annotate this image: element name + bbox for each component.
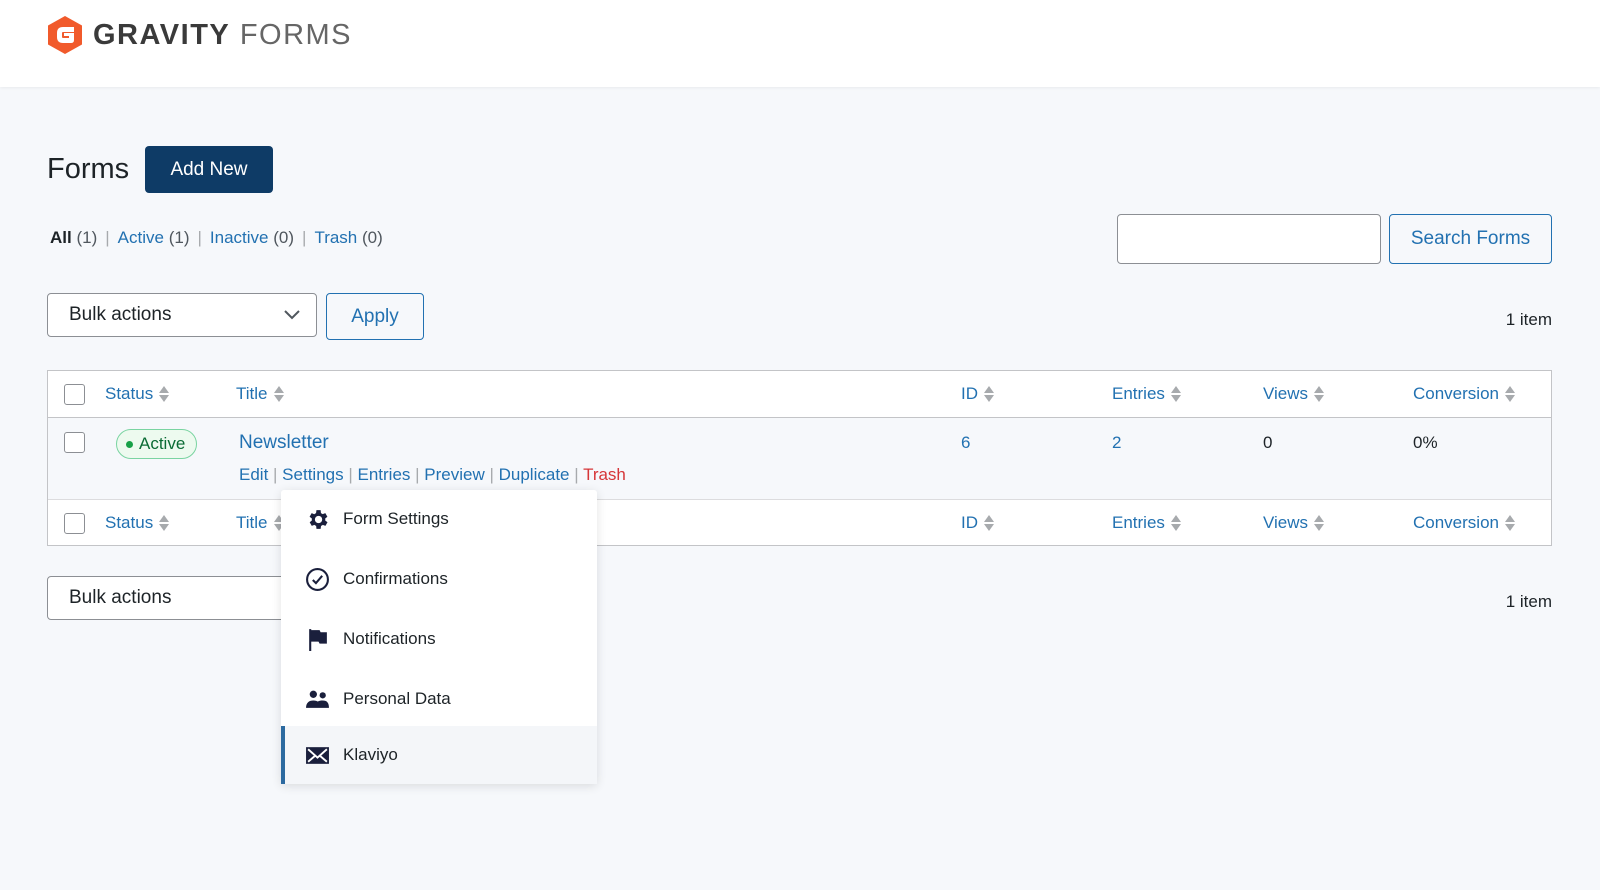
edit-link[interactable]: Edit	[239, 465, 268, 484]
select-all-checkbox[interactable]	[64, 384, 85, 405]
filter-all[interactable]: All	[50, 228, 72, 247]
sort-icon	[984, 515, 994, 531]
logo-text-bold: GRAVITY	[93, 18, 231, 51]
users-icon	[306, 690, 329, 708]
page-title: Forms	[47, 153, 130, 185]
top-header: GRAVITY FORMS	[0, 0, 1600, 87]
form-views: 0	[1263, 433, 1273, 452]
filter-inactive[interactable]: Inactive	[210, 228, 269, 247]
search-forms-button[interactable]: Search Forms	[1389, 214, 1552, 264]
filter-trash[interactable]: Trash	[314, 228, 357, 247]
sort-icon	[273, 386, 284, 402]
bulk-actions-select-top[interactable]: Bulk actions	[47, 293, 317, 337]
sort-icon	[1505, 515, 1515, 531]
sort-icon	[1314, 386, 1325, 402]
form-conversion: 0%	[1413, 433, 1438, 452]
sort-icon	[159, 515, 170, 531]
settings-dropdown-menu: Form Settings Confirmations Notification…	[281, 490, 597, 784]
table-row: Active Newsletter Edit | Settings | Entr…	[48, 418, 1551, 500]
column-title-footer[interactable]: Title	[236, 513, 284, 533]
sort-icon	[984, 386, 994, 402]
status-badge[interactable]: Active	[116, 429, 198, 459]
bulk-actions-value: Bulk actions	[69, 304, 172, 325]
column-entries[interactable]: Entries	[1112, 384, 1181, 404]
filter-inactive-count: (0)	[273, 228, 295, 247]
sort-icon	[1314, 515, 1325, 531]
sort-icon	[1170, 515, 1181, 531]
filter-active[interactable]: Active	[118, 228, 164, 247]
column-conversion[interactable]: Conversion	[1413, 384, 1515, 404]
column-views[interactable]: Views	[1263, 384, 1325, 404]
envelope-icon	[306, 746, 329, 764]
filter-all-count: (1)	[76, 228, 98, 247]
forms-table: Status Title ID Entries Views Conversion…	[47, 370, 1552, 546]
column-views-footer[interactable]: Views	[1263, 513, 1325, 533]
preview-link[interactable]: Preview	[424, 465, 484, 484]
sort-icon	[159, 386, 170, 402]
gravity-forms-logo-icon	[48, 16, 82, 54]
gravity-forms-logo: GRAVITY FORMS	[47, 16, 352, 54]
menu-item-confirmations[interactable]: Confirmations	[281, 550, 597, 608]
bulk-actions-select-bottom[interactable]: Bulk actions	[47, 576, 317, 620]
entries-link[interactable]: Entries	[357, 465, 410, 484]
status-filters: All (1) | Active (1) | Inactive (0) | Trash (0…	[50, 228, 383, 247]
row-actions: Edit | Settings | Entries | Preview | Du…	[239, 465, 626, 484]
search-input[interactable]	[1117, 214, 1381, 264]
chevron-down-icon	[284, 310, 300, 320]
add-new-button[interactable]: Add New	[145, 146, 273, 193]
column-id-footer[interactable]: ID	[961, 513, 994, 533]
column-status[interactable]: Status	[105, 384, 170, 404]
settings-link[interactable]: Settings	[282, 465, 343, 484]
menu-item-form-settings[interactable]: Form Settings	[281, 490, 597, 548]
apply-button-top[interactable]: Apply	[326, 293, 424, 340]
check-circle-icon	[306, 567, 329, 591]
sort-icon	[1505, 386, 1515, 402]
table-header-row: Status Title ID Entries Views Conversion	[48, 371, 1551, 418]
logo-text-light: FORMS	[239, 18, 353, 51]
menu-item-notifications[interactable]: Notifications	[281, 610, 597, 668]
flag-icon	[309, 628, 327, 651]
bulk-actions-value: Bulk actions	[69, 587, 172, 608]
column-entries-footer[interactable]: Entries	[1112, 513, 1181, 533]
gear-icon	[309, 509, 328, 529]
column-id[interactable]: ID	[961, 384, 994, 404]
form-entries[interactable]: 2	[1112, 433, 1121, 453]
filter-trash-count: (0)	[362, 228, 383, 247]
sort-icon	[1170, 386, 1181, 402]
column-conversion-footer[interactable]: Conversion	[1413, 513, 1515, 533]
column-title[interactable]: Title	[236, 384, 284, 404]
table-footer-row: Status Title ID Entries Views Conversion	[48, 500, 1551, 546]
form-title-link[interactable]: Newsletter	[239, 432, 329, 454]
item-count-top: 1 item	[1505, 310, 1552, 329]
column-status-footer[interactable]: Status	[105, 513, 170, 533]
menu-item-klaviyo[interactable]: Klaviyo	[281, 726, 597, 784]
select-all-checkbox-bottom[interactable]	[64, 513, 85, 534]
form-id[interactable]: 6	[961, 433, 970, 453]
duplicate-link[interactable]: Duplicate	[499, 465, 570, 484]
trash-link[interactable]: Trash	[583, 465, 626, 484]
menu-item-personal-data[interactable]: Personal Data	[281, 670, 597, 728]
row-checkbox[interactable]	[64, 432, 85, 453]
filter-active-count: (1)	[168, 228, 190, 247]
item-count-bottom: 1 item	[1505, 592, 1552, 611]
